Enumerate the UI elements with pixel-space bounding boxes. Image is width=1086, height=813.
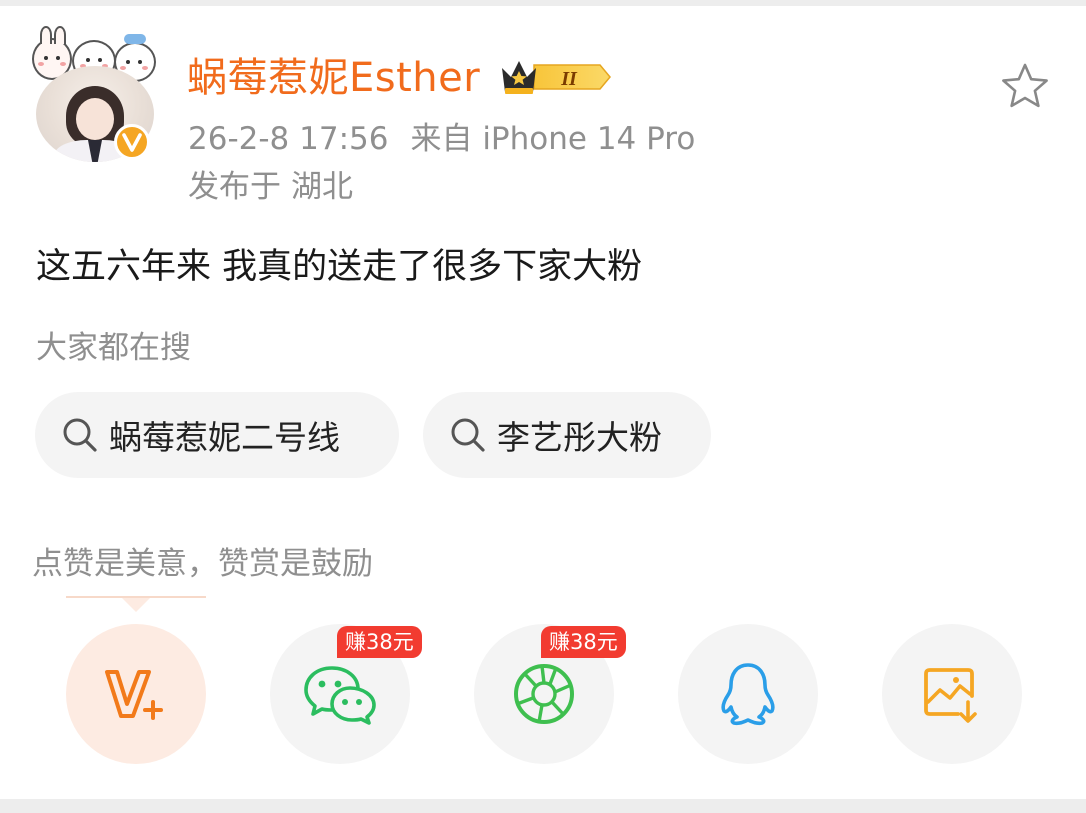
search-icon <box>63 418 97 452</box>
save-image-button[interactable] <box>882 624 1022 764</box>
like-reward-tip: 点赞是美意，赞赏是鼓励 <box>32 546 373 582</box>
search-chip[interactable]: 蜗莓惹妮二号线 <box>35 392 399 478</box>
member-crown-icon[interactable]: II <box>500 56 612 98</box>
search-chip-label: 蜗莓惹妮二号线 <box>109 418 340 457</box>
bottom-divider <box>0 799 1086 813</box>
v-plus-icon <box>105 670 163 720</box>
location-prefix: 发布于 <box>188 169 281 205</box>
tooltip-caret <box>66 596 206 612</box>
post-meta: 26-2-8 17:56 来自 iPhone 14 Pro <box>188 118 695 160</box>
post-location-line: 发布于 湖北 <box>188 166 353 208</box>
username[interactable]: 蜗莓惹妮Esther <box>187 52 480 104</box>
search-icon <box>451 418 485 452</box>
qq-icon <box>721 663 775 726</box>
top-divider <box>0 0 1086 6</box>
post-location: 湖北 <box>291 169 353 205</box>
trending-search-heading: 大家都在搜 <box>36 330 191 366</box>
earn-reward-badge: 赚38元 <box>541 626 626 658</box>
v-plus-button[interactable] <box>66 624 206 764</box>
earn-reward-badge: 赚38元 <box>337 626 422 658</box>
verified-badge-icon <box>114 124 150 160</box>
post-source: 来自 iPhone 14 Pro <box>410 121 696 157</box>
share-qq-button[interactable] <box>678 624 818 764</box>
member-level: II <box>560 68 578 90</box>
post-text: 这五六年来 我真的送走了很多下家大粉 <box>36 247 643 287</box>
favorite-star-icon[interactable] <box>1000 62 1050 110</box>
save-image-icon <box>924 668 977 723</box>
search-chip-label: 李艺彤大粉 <box>497 418 662 457</box>
moments-icon <box>514 664 574 724</box>
search-chip[interactable]: 李艺彤大粉 <box>423 392 711 478</box>
post-timestamp: 26-2-8 17:56 <box>188 121 389 157</box>
wechat-icon <box>304 666 376 725</box>
